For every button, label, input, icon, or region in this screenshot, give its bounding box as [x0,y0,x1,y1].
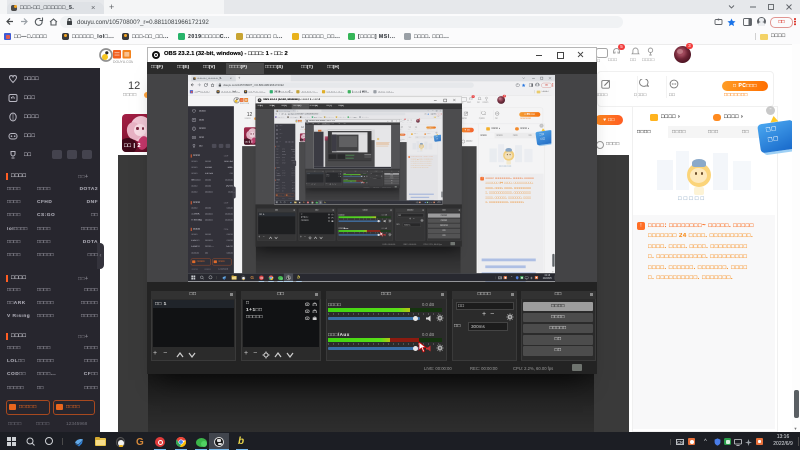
svg-text:DOUYU.COM: DOUYU.COM [113,60,133,64]
